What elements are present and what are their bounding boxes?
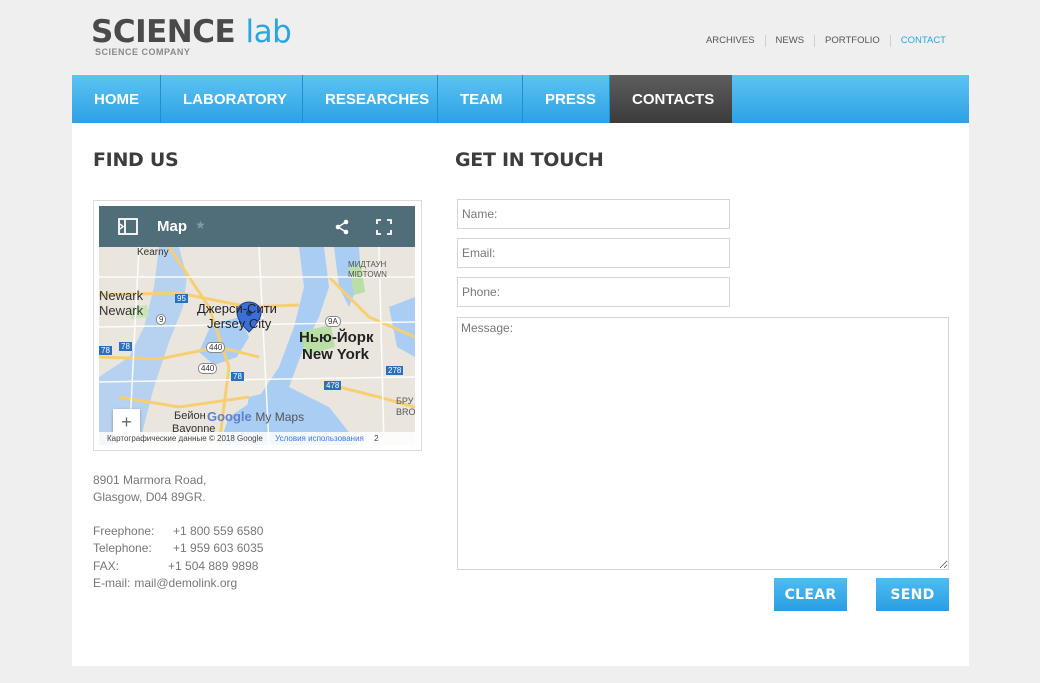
content-panel: FIND US GET IN TOUCH Kearny Newark Newar…	[72, 123, 969, 666]
map-embed[interactable]: Kearny Newark Newark Джерси-Сити Jersey …	[99, 206, 415, 445]
phone-input[interactable]	[457, 277, 730, 307]
send-button[interactable]: SEND	[876, 578, 949, 611]
google-wordmark: Google	[207, 409, 252, 424]
map-label-midtown-2: MIDTOWN	[348, 270, 387, 279]
shield-icon: 78	[119, 342, 132, 351]
mymaps-wordmark: My Maps	[255, 410, 305, 424]
topnav-portfolio[interactable]: PORTFOLIO	[814, 35, 890, 47]
email-link[interactable]: mail@demolink.org	[134, 575, 237, 592]
contact-details: Freephone: +1 800 559 6580 Telephone: +1…	[93, 523, 263, 592]
top-nav: ARCHIVES NEWS PORTFOLIO CONTACT	[696, 35, 956, 47]
topnav-news[interactable]: NEWS	[764, 35, 815, 47]
sidebar-toggle-icon[interactable]	[118, 218, 138, 240]
freephone-row: Freephone: +1 800 559 6580	[93, 523, 263, 540]
telephone-value: +1 959 603 6035	[173, 541, 264, 556]
map-title: Map	[157, 218, 187, 235]
nav-laboratory[interactable]: LABORATORY	[161, 75, 303, 123]
logo-title: SCIENCE lab	[91, 14, 292, 50]
find-us-heading: FIND US	[93, 149, 179, 171]
map-canvas[interactable]: Kearny Newark Newark Джерси-Сити Jersey …	[99, 247, 415, 445]
map-label-jersey-en: Jersey City	[207, 316, 272, 331]
map-label-bro: BRO	[396, 407, 415, 417]
map-label-midtown-1: МИДТАУН	[348, 260, 387, 269]
nav-home[interactable]: HOME	[72, 75, 161, 123]
map-label-ny-ru: Нью-Йорк	[299, 329, 374, 346]
fullscreen-icon[interactable]	[376, 219, 392, 240]
topnav-archives[interactable]: ARCHIVES	[696, 35, 765, 47]
map-scale-number: 2	[374, 434, 379, 443]
map-label-bru: БРУ	[396, 396, 414, 406]
map-label-newark-2: Newark	[99, 303, 144, 318]
map-frame: Kearny Newark Newark Джерси-Сити Jersey …	[93, 200, 422, 451]
email-input[interactable]	[457, 238, 730, 268]
shield-icon: 478	[324, 381, 342, 390]
fax-value: +1 504 889 9898	[168, 558, 259, 573]
map-label-jersey-ru: Джерси-Сити	[197, 301, 277, 316]
logo-word-lab: lab	[245, 14, 292, 50]
nav-researches[interactable]: RESEARCHES	[303, 75, 438, 123]
star-icon[interactable]: ★	[195, 218, 206, 232]
map-label-ny-en: New York	[302, 346, 369, 363]
shield-icon: 9A	[325, 316, 341, 327]
message-textarea[interactable]	[457, 317, 949, 570]
email-row: E-mail: mail@demolink.org	[93, 575, 263, 592]
clear-button[interactable]: CLEAR	[774, 578, 847, 611]
google-logo: Google My Maps	[207, 409, 304, 424]
shield-icon: 440	[206, 342, 226, 353]
freephone-value: +1 800 559 6580	[173, 524, 264, 538]
telephone-row: Telephone: +1 959 603 6035	[93, 540, 263, 557]
nav-team[interactable]: TEAM	[438, 75, 523, 123]
address-line-1: 8901 Marmora Road,	[93, 473, 207, 487]
shield-icon: 278	[386, 366, 404, 375]
telephone-label: Telephone:	[93, 541, 152, 556]
map-label-newark: Newark	[99, 288, 144, 303]
name-input[interactable]	[457, 199, 730, 229]
shield-icon: 440	[198, 363, 218, 374]
map-label-kearny: Kearny	[137, 247, 169, 258]
nav-press[interactable]: PRESS	[523, 75, 610, 123]
shield-icon: 78	[99, 346, 112, 355]
shield-icon: 78	[231, 372, 244, 381]
address-line-2: Glasgow, D04 89GR.	[93, 490, 206, 504]
fax-label: FAX:	[93, 558, 120, 573]
map-attribution: Картографические данные © 2018 Google Ус…	[99, 432, 415, 445]
main-nav: HOME LABORATORY RESEARCHES TEAM PRESS CO…	[72, 75, 969, 123]
freephone-label: Freephone:	[93, 524, 155, 538]
get-in-touch-heading: GET IN TOUCH	[455, 149, 604, 171]
topnav-contact[interactable]: CONTACT	[889, 35, 956, 47]
map-label-bayonne-ru: Бейон	[174, 410, 206, 422]
logo-word-science: SCIENCE	[91, 14, 236, 50]
logo[interactable]: SCIENCE lab SCIENCE COMPANY	[91, 14, 292, 57]
map-terms-link[interactable]: Условия использования	[275, 434, 364, 443]
email-label: E-mail:	[93, 575, 131, 590]
map-data-credit: Картографические данные © 2018 Google	[107, 434, 263, 443]
shield-icon: 95	[175, 294, 188, 303]
fax-row: FAX: +1 504 889 9898	[93, 558, 263, 575]
nav-contacts[interactable]: CONTACTS	[610, 75, 732, 123]
share-icon[interactable]	[334, 219, 350, 240]
address-block: 8901 Marmora Road, Glasgow, D04 89GR.	[93, 472, 206, 506]
map-toolbar: Map ★	[99, 206, 415, 247]
